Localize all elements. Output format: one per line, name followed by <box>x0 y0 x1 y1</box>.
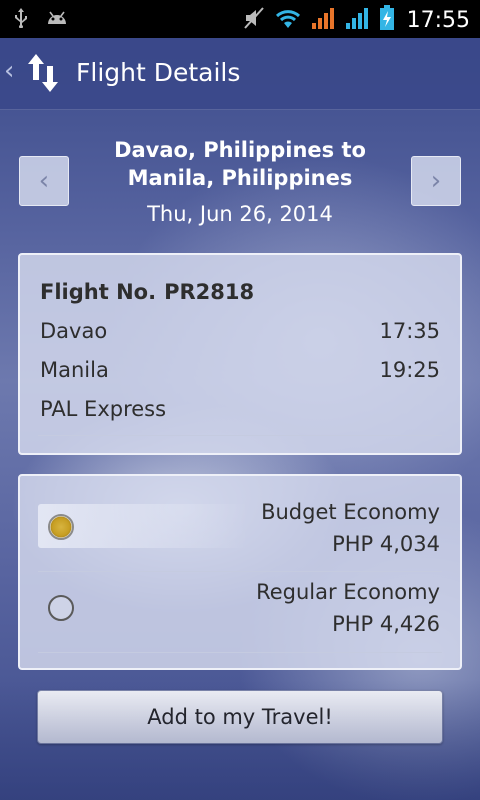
wifi-icon <box>273 6 303 34</box>
fare-price: PHP 4,426 <box>332 612 440 636</box>
divider <box>38 571 442 572</box>
divider <box>38 652 442 653</box>
departure-row: Davao 17:35 <box>40 319 440 343</box>
destination-city: Manila <box>40 358 109 382</box>
arrival-row: Manila 19:25 <box>40 358 440 382</box>
battery-charging-icon <box>379 5 395 35</box>
back-chevron-icon[interactable]: ‹ <box>4 56 14 86</box>
fare-option-regular[interactable]: Regular Economy PHP 4,426 <box>20 476 460 636</box>
flight-number-label: Flight No. <box>40 280 157 304</box>
flight-number-row: Flight No. PR2818 <box>40 280 440 304</box>
arrows-up-down-icon[interactable] <box>26 52 60 98</box>
divider <box>38 435 442 436</box>
fare-options-card: Budget Economy PHP 4,034 Regular Economy… <box>18 474 462 670</box>
airline-row: PAL Express <box>40 397 440 421</box>
android-debug-icon <box>46 8 68 32</box>
route-origin: Davao, Philippines to <box>114 138 366 162</box>
airline-name: PAL Express <box>40 397 167 421</box>
status-clock: 17:55 <box>406 7 470 33</box>
radio-button[interactable] <box>48 595 74 621</box>
origin-city: Davao <box>40 319 108 343</box>
chevron-right-icon: › <box>430 166 442 196</box>
next-flight-button[interactable]: › <box>411 156 461 206</box>
app-screen: ‹ Flight Details ‹ Davao, Philippines to… <box>0 38 480 800</box>
route-destination: Manila, Philippines <box>127 166 353 190</box>
previous-flight-button[interactable]: ‹ <box>19 156 69 206</box>
departure-time: 17:35 <box>379 319 440 343</box>
fare-name: Regular Economy <box>256 580 440 604</box>
flight-number: PR2818 <box>164 280 255 304</box>
arrival-time: 19:25 <box>379 358 440 382</box>
signal-icon <box>345 6 371 34</box>
chevron-left-icon: ‹ <box>38 166 50 196</box>
mute-icon <box>243 6 265 34</box>
status-bar: 17:55 <box>0 0 480 38</box>
signal-icon <box>311 6 337 34</box>
flight-info-card: Flight No. PR2818 Davao 17:35 Manila 19:2… <box>18 253 462 455</box>
usb-icon <box>14 8 28 32</box>
route-title: Davao, Philippines to Manila, Philippine… <box>80 136 400 192</box>
add-to-travel-button[interactable]: Add to my Travel! <box>37 690 443 744</box>
action-bar: ‹ Flight Details <box>0 38 480 110</box>
flight-date: Thu, Jun 26, 2014 <box>147 202 333 226</box>
page-title: Flight Details <box>76 58 241 87</box>
